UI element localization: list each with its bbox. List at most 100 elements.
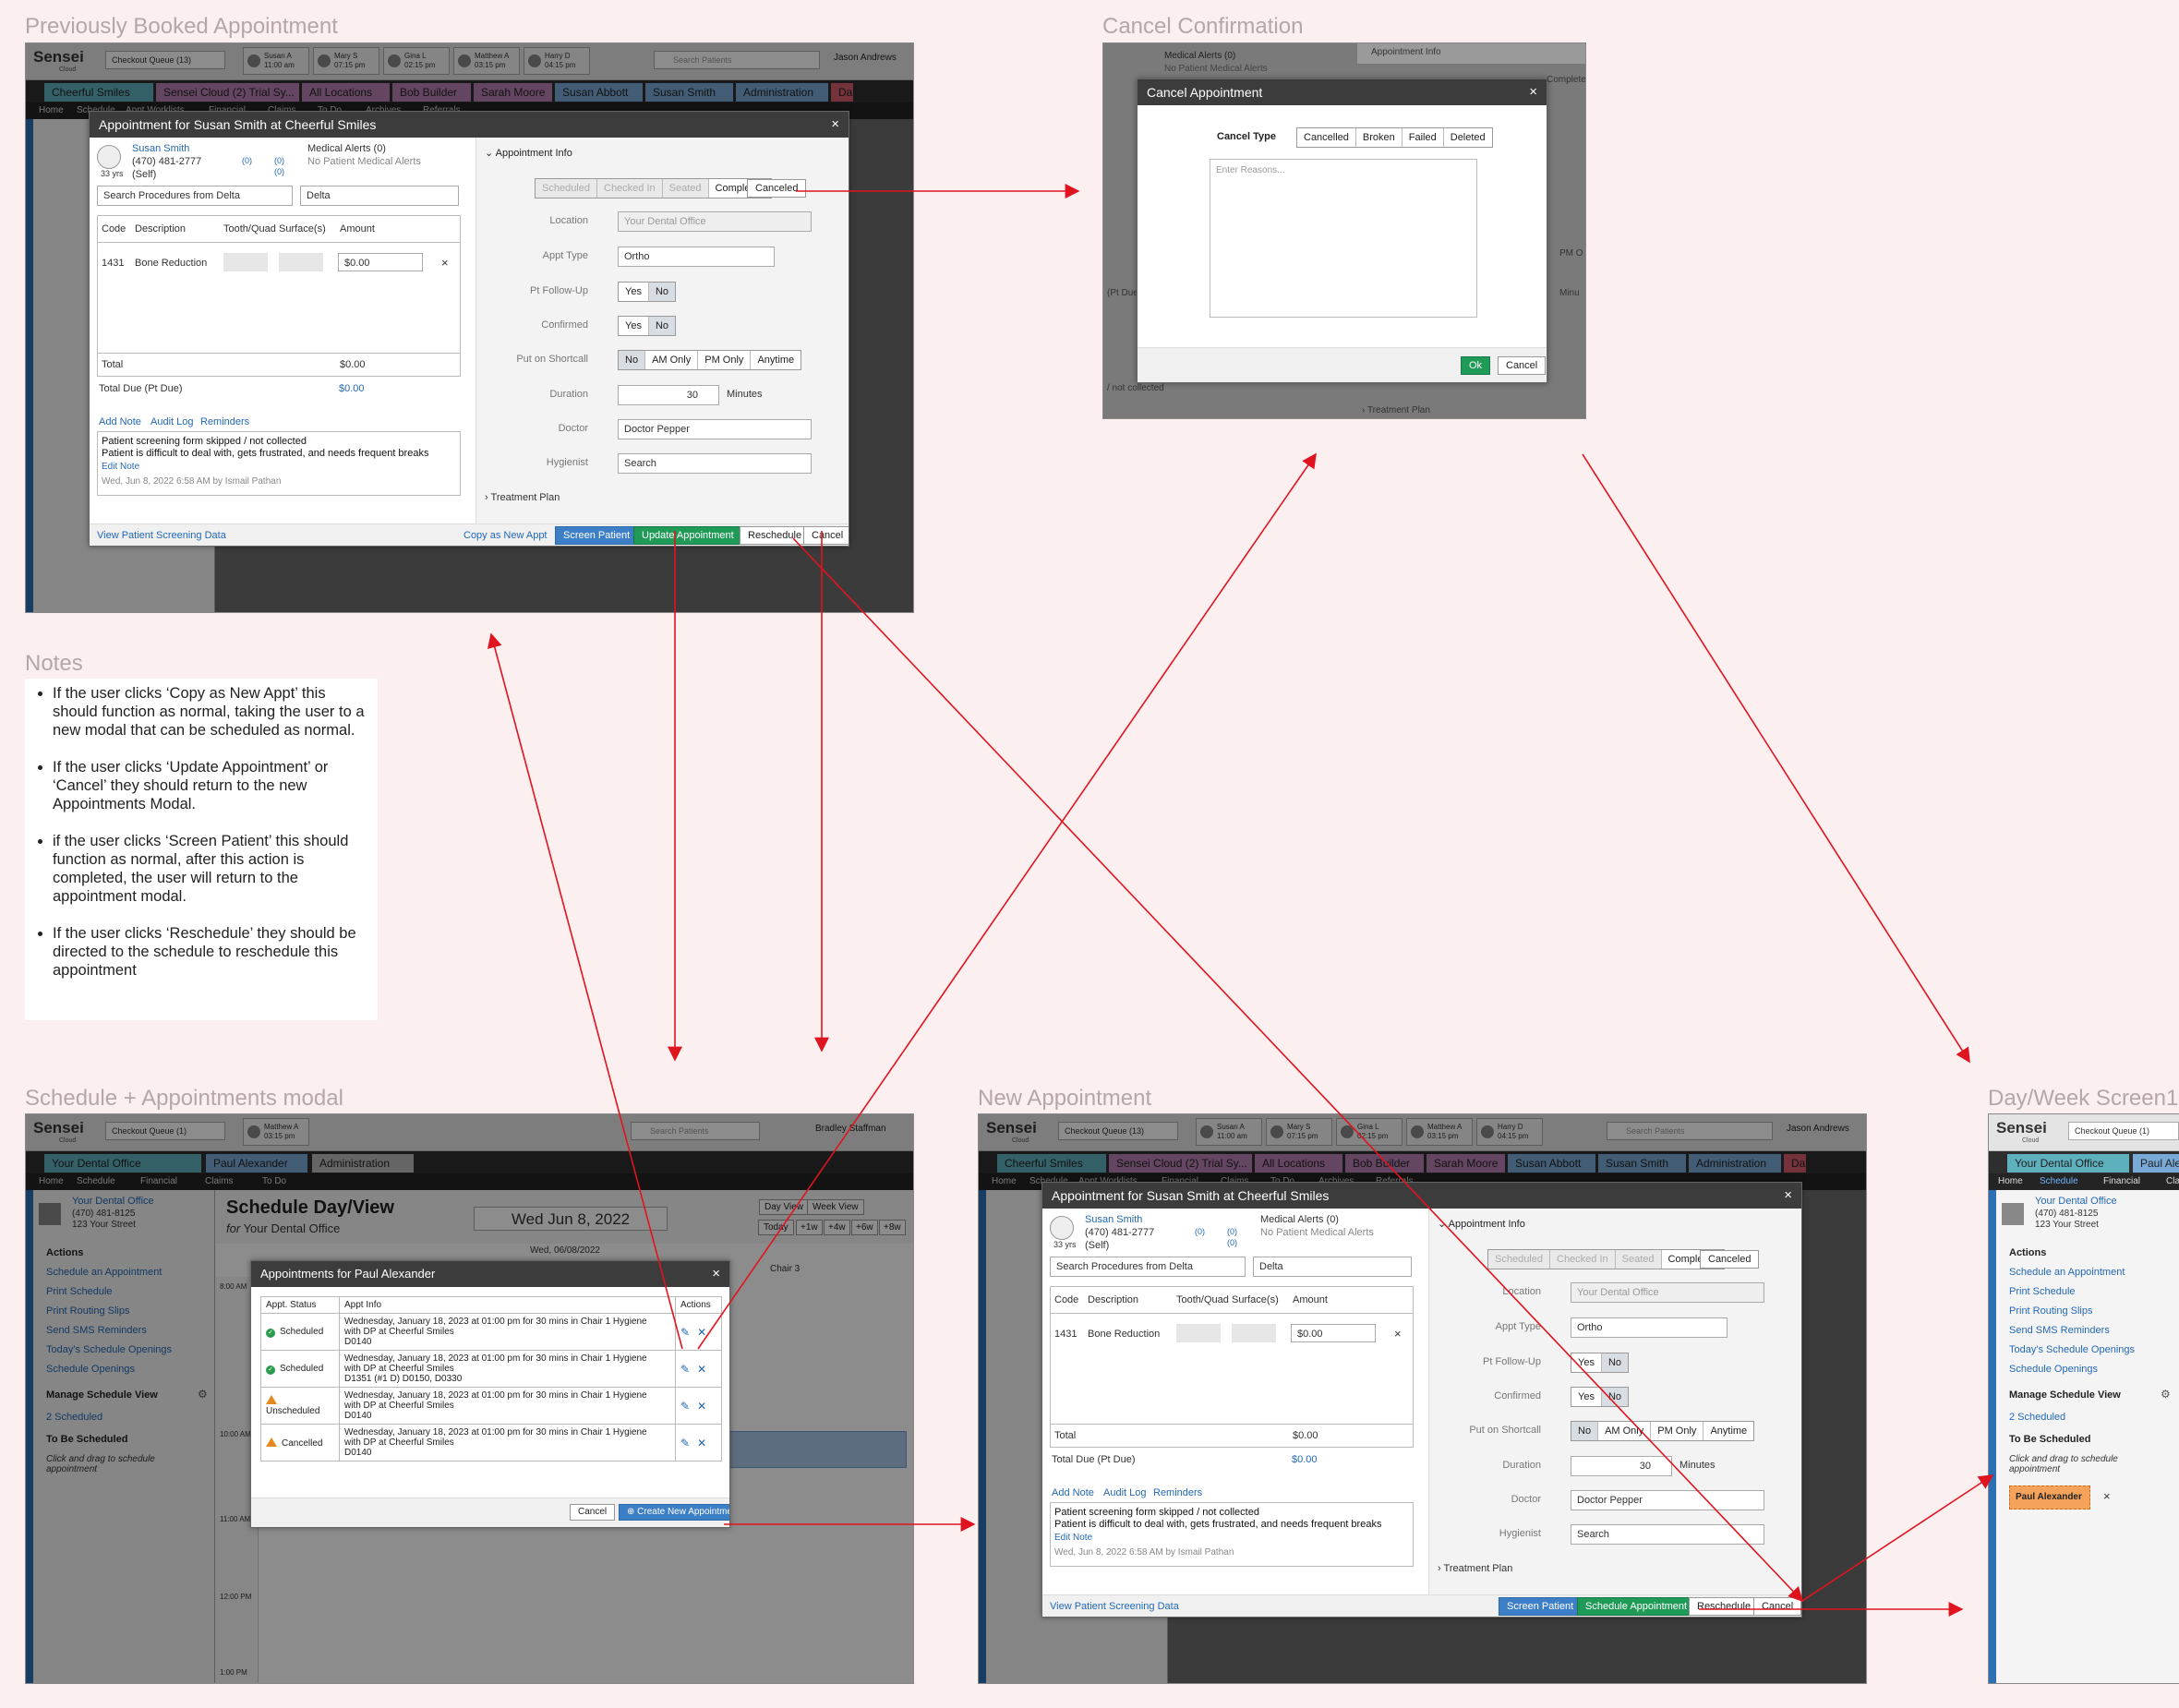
badge-count[interactable]: (0) [242, 156, 252, 165]
duration-stepper[interactable]: 30 [618, 385, 719, 405]
close-icon[interactable]: × [712, 1266, 720, 1281]
cancel-type-options[interactable]: Cancelled Broken Failed Deleted [1296, 127, 1493, 148]
follow-up-toggle[interactable]: Yes No [618, 282, 677, 302]
schedule-appointment-button[interactable]: Schedule Appointment [1577, 1597, 1696, 1616]
gear-icon[interactable]: ⚙ [2161, 1388, 2171, 1401]
badge-count[interactable]: (0) [1195, 1227, 1205, 1236]
remove-row-icon[interactable]: × [441, 256, 449, 270]
patient-name-link[interactable]: Susan Smith [132, 143, 189, 154]
edit-icon[interactable]: ✎ [680, 1326, 690, 1339]
ok-button[interactable]: Ok [1461, 356, 1491, 375]
edit-icon[interactable]: ✎ [680, 1363, 690, 1376]
badge-count[interactable]: (0) [274, 167, 284, 176]
fee-schedule-select[interactable]: Delta [300, 186, 459, 206]
status-segmented[interactable]: Scheduled Checked In Seated Completed [535, 178, 772, 198]
close-icon[interactable]: × [1784, 1187, 1792, 1203]
tooth-input[interactable] [1176, 1324, 1221, 1342]
close-icon[interactable]: × [831, 116, 839, 132]
appointment-info-header[interactable]: ⌄ Appointment Info [485, 147, 572, 159]
search-procedures-select[interactable]: Search Procedures from Delta [97, 186, 293, 206]
edit-icon[interactable]: ✎ [680, 1400, 690, 1413]
remove-row-icon[interactable]: × [1394, 1327, 1402, 1341]
nav-schedule[interactable]: Schedule [2040, 1176, 2078, 1186]
schedule-appointment-link[interactable]: Schedule an Appointment [2009, 1267, 2125, 1278]
canceled-button[interactable]: Canceled [1700, 1250, 1760, 1269]
cancel-button[interactable]: Cancel [1753, 1597, 1801, 1616]
treatment-plan-toggle[interactable]: › Treatment Plan [1438, 1563, 1512, 1574]
amount-input[interactable]: $0.00 [1291, 1324, 1376, 1342]
delete-icon[interactable]: ✕ [697, 1437, 706, 1449]
close-icon[interactable]: × [1529, 84, 1537, 100]
appointment-info-header[interactable]: ⌄ Appointment Info [1438, 1218, 1525, 1230]
badge-count[interactable]: (0) [1227, 1227, 1237, 1236]
create-appointment-button[interactable]: ⊕ Create New Appointment [619, 1504, 729, 1521]
badge-count[interactable]: (0) [274, 156, 284, 165]
status-segmented[interactable]: Scheduled Checked In Seated Completed [1487, 1249, 1725, 1269]
duration-stepper[interactable]: 30 [1571, 1456, 1672, 1476]
cancel-button[interactable]: Cancel [570, 1504, 616, 1521]
tab-paul-alexander[interactable]: Paul Alexander [2133, 1154, 2179, 1173]
appt-type-select[interactable]: Ortho [618, 247, 775, 267]
add-note-link[interactable]: Add Note [1052, 1487, 1094, 1498]
checkout-queue-select[interactable]: Checkout Queue (1) [2068, 1122, 2179, 1140]
office-name-link[interactable]: Your Dental Office [2035, 1196, 2117, 1207]
location-select[interactable]: Your Dental Office [618, 211, 812, 232]
patient-name-link[interactable]: Susan Smith [1085, 1214, 1142, 1225]
amount-input[interactable]: $0.00 [338, 253, 423, 271]
delete-icon[interactable]: ✕ [697, 1326, 706, 1339]
avatar [1050, 1216, 1074, 1240]
todays-openings-link[interactable]: Today's Schedule Openings [2009, 1344, 2135, 1355]
update-appointment-button[interactable]: Update Appointment [633, 526, 742, 545]
confirmed-toggle[interactable]: Yes No [1571, 1387, 1630, 1407]
fee-schedule-select[interactable]: Delta [1253, 1257, 1412, 1277]
edit-icon[interactable]: ✎ [680, 1437, 690, 1449]
remove-chip-icon[interactable]: × [2103, 1489, 2111, 1503]
audit-log-link[interactable]: Audit Log [1103, 1487, 1146, 1498]
nav-claims[interactable]: Claims [2166, 1176, 2179, 1186]
reschedule-button[interactable]: Reschedule [740, 526, 811, 545]
hygienist-select[interactable]: Search [1571, 1524, 1764, 1545]
tab-your-dental-office[interactable]: Your Dental Office [2007, 1154, 2129, 1173]
hygienist-select[interactable]: Search [618, 453, 812, 474]
reschedule-button[interactable]: Reschedule [1689, 1597, 1760, 1616]
screen-patient-button[interactable]: Screen Patient [1499, 1597, 1583, 1616]
edit-note-link[interactable]: Edit Note [1054, 1533, 1092, 1543]
cancel-button[interactable]: Cancel [1498, 356, 1547, 375]
delete-icon[interactable]: ✕ [697, 1400, 706, 1413]
patient-chip[interactable]: Paul Alexander [2009, 1485, 2090, 1510]
copy-as-new-link[interactable]: Copy as New Appt [463, 530, 548, 541]
tooth-input[interactable] [223, 253, 268, 271]
nav-financial[interactable]: Financial [2103, 1176, 2140, 1186]
delete-icon[interactable]: ✕ [697, 1363, 706, 1376]
reasons-textarea[interactable]: Enter Reasons... [1210, 159, 1477, 318]
shortcall-toggle[interactable]: No AM Only PM Only Anytime [1571, 1421, 1755, 1441]
send-sms-link[interactable]: Send SMS Reminders [2009, 1325, 2110, 1336]
reminders-link[interactable]: Reminders [200, 416, 249, 427]
confirmed-toggle[interactable]: Yes No [618, 316, 677, 336]
shortcall-toggle[interactable]: No AM Only PM Only Anytime [618, 350, 802, 370]
nav-home[interactable]: Home [1998, 1176, 2023, 1186]
surface-input[interactable] [279, 253, 323, 271]
view-screening-link[interactable]: View Patient Screening Data [97, 530, 226, 541]
treatment-plan-toggle[interactable]: › Treatment Plan [485, 492, 560, 503]
search-procedures-select[interactable]: Search Procedures from Delta [1050, 1257, 1246, 1277]
audit-log-link[interactable]: Audit Log [150, 416, 193, 427]
view-screening-link[interactable]: View Patient Screening Data [1050, 1601, 1179, 1612]
cancel-button[interactable]: Cancel [803, 526, 849, 545]
print-schedule-link[interactable]: Print Schedule [2009, 1286, 2076, 1297]
add-note-link[interactable]: Add Note [99, 416, 141, 427]
print-routing-slips-link[interactable]: Print Routing Slips [2009, 1305, 2093, 1317]
follow-up-toggle[interactable]: Yes No [1571, 1353, 1630, 1373]
appt-type-select[interactable]: Ortho [1571, 1317, 1728, 1338]
schedule-openings-link[interactable]: Schedule Openings [2009, 1364, 2098, 1375]
reminders-link[interactable]: Reminders [1153, 1487, 1202, 1498]
edit-note-link[interactable]: Edit Note [102, 462, 139, 472]
screen-patient-button[interactable]: Screen Patient [555, 526, 639, 545]
doctor-select[interactable]: Doctor Pepper [1571, 1490, 1764, 1510]
badge-count[interactable]: (0) [1227, 1238, 1237, 1247]
surface-input[interactable] [1232, 1324, 1276, 1342]
canceled-button[interactable]: Canceled [747, 179, 807, 198]
location-select[interactable]: Your Dental Office [1571, 1282, 1764, 1303]
scheduled-count-link[interactable]: 2 Scheduled [2009, 1412, 2065, 1423]
doctor-select[interactable]: Doctor Pepper [618, 419, 812, 439]
